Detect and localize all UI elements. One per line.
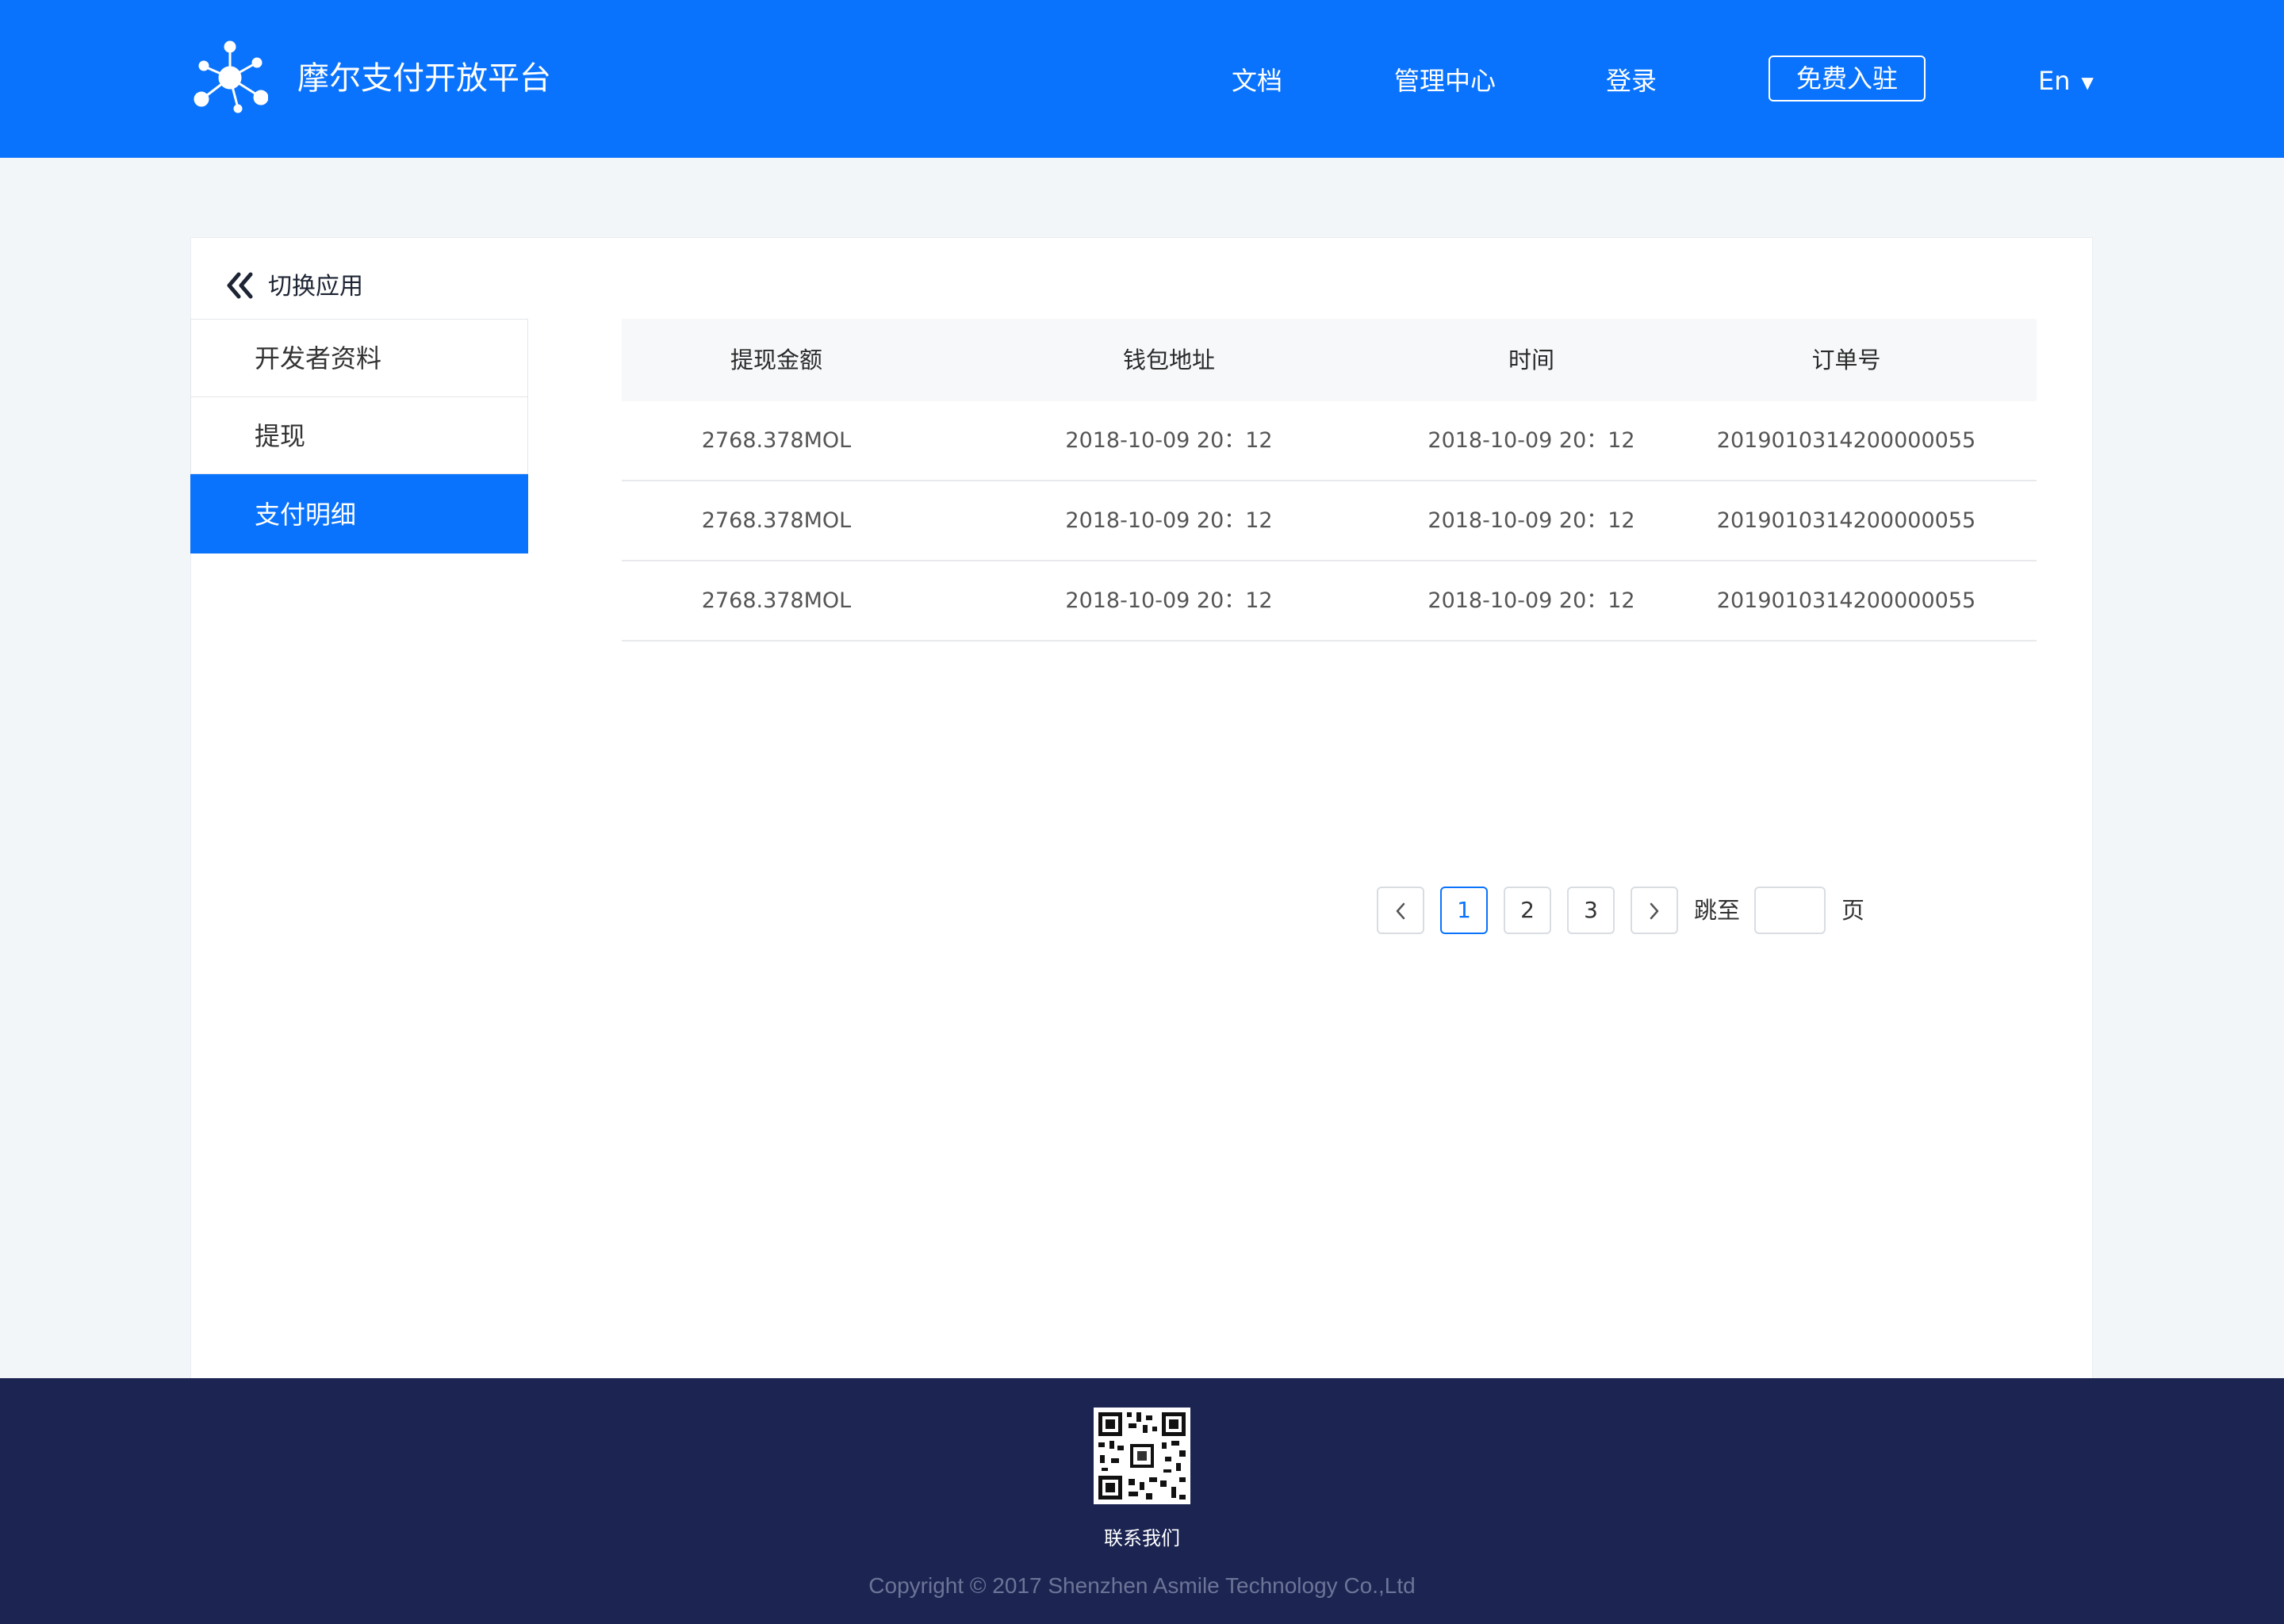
signup-button[interactable]: 免费入驻: [1769, 56, 1926, 102]
sidebar-item-payment-details[interactable]: 支付明细: [190, 474, 528, 553]
cell-wallet: 2018-10-09 20：12: [1065, 428, 1273, 453]
cell-time: 2018-10-09 20：12: [1428, 588, 1635, 613]
pagination-page-2[interactable]: 2: [1504, 887, 1551, 934]
cell-amount: 2768.378MOL: [701, 588, 852, 613]
column-header-order: 订单号: [1811, 347, 1881, 373]
pagination-page-3[interactable]: 3: [1567, 887, 1615, 934]
pagination-prev-button[interactable]: [1377, 887, 1424, 934]
cell-amount: 2768.378MOL: [701, 508, 852, 533]
column-header-amount: 提现金额: [730, 347, 822, 373]
sidebar-item-withdraw[interactable]: 提现: [190, 396, 528, 474]
table-row: 2768.378MOL 2018-10-09 20：12 2018-10-09 …: [622, 561, 2037, 642]
logo-network-icon[interactable]: [194, 40, 268, 114]
switch-app-label: 切换应用: [268, 273, 363, 301]
table-header: 提现金额 钱包地址 时间 订单号: [622, 319, 2037, 401]
cell-order: 2019010314200000055: [1716, 588, 1976, 613]
copyright-text: Copyright © 2017 Shenzhen Asmile Technol…: [868, 1573, 1416, 1598]
table-row: 2768.378MOL 2018-10-09 20：12 2018-10-09 …: [622, 481, 2037, 561]
sidebar-item-developer-profile[interactable]: 开发者资料: [190, 319, 528, 396]
page-suffix-label: 页: [1841, 897, 1865, 924]
table-row: 2768.378MOL 2018-10-09 20：12 2018-10-09 …: [622, 401, 2037, 481]
top-header: 摩尔支付开放平台 文档 管理中心 登录 免费入驻 En ▼: [0, 0, 2284, 158]
cell-time: 2018-10-09 20：12: [1428, 428, 1635, 453]
language-label: En: [2038, 66, 2071, 96]
cell-time: 2018-10-09 20：12: [1428, 508, 1635, 533]
jump-page-input[interactable]: [1754, 887, 1826, 934]
contact-us[interactable]: 联系我们: [0, 1522, 2284, 1554]
qr-code-icon: [1094, 1408, 1190, 1504]
chevron-left-icon: [1396, 902, 1405, 920]
language-switcher[interactable]: En ▼: [2038, 62, 2094, 100]
payment-table: 提现金额 钱包地址 时间 订单号 2768.378MOL 2018-10-09 …: [622, 319, 2037, 642]
pagination-page-1[interactable]: 1: [1440, 887, 1488, 934]
switch-app-button[interactable]: 切换应用: [225, 268, 363, 306]
chevron-right-icon: [1650, 902, 1659, 920]
pagination-next-button[interactable]: [1631, 887, 1678, 934]
column-header-time: 时间: [1508, 347, 1554, 373]
double-chevron-left-icon: [227, 272, 253, 298]
nav-docs[interactable]: 文档: [1232, 62, 1282, 100]
cell-order: 2019010314200000055: [1716, 428, 1976, 453]
cell-amount: 2768.378MOL: [701, 428, 852, 453]
cell-wallet: 2018-10-09 20：12: [1065, 588, 1273, 613]
nav-login[interactable]: 登录: [1606, 62, 1657, 100]
cell-wallet: 2018-10-09 20：12: [1065, 508, 1273, 533]
column-header-wallet: 钱包地址: [1122, 347, 1215, 373]
nav-admin-center[interactable]: 管理中心: [1394, 62, 1496, 100]
caret-down-icon: ▼: [2081, 73, 2094, 92]
jump-to-label: 跳至: [1694, 897, 1741, 924]
brand-title[interactable]: 摩尔支付开放平台: [297, 57, 551, 100]
cell-order: 2019010314200000055: [1716, 508, 1976, 533]
sidebar-menu: 开发者资料 提现 支付明细: [190, 319, 528, 553]
